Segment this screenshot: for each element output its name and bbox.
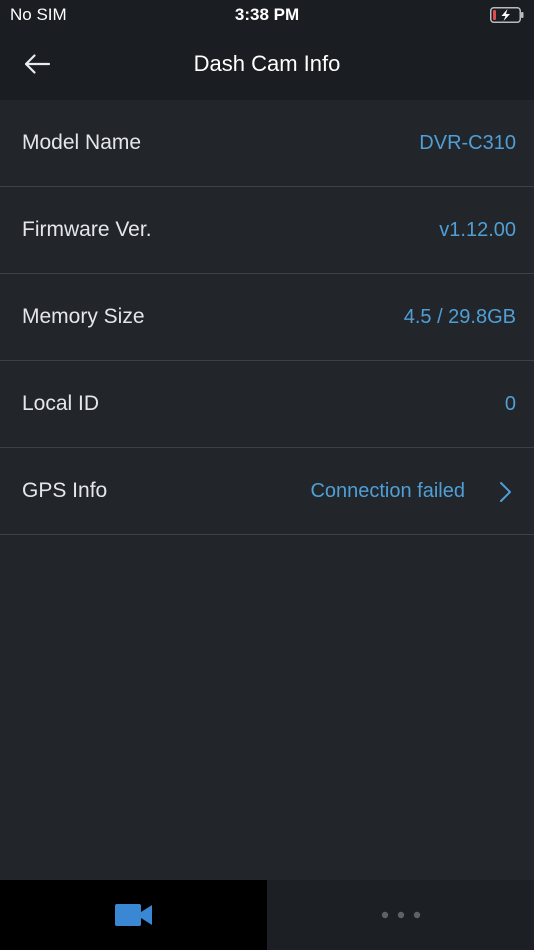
- dash-cam-info-screen: No SIM 3:38 PM Dash Cam Info Model Name …: [0, 0, 534, 950]
- firmware-version-value: v1.12.00: [439, 219, 516, 241]
- model-name-row: Model Name DVR-C310: [0, 100, 534, 187]
- model-name-label: Model Name: [22, 131, 142, 154]
- firmware-version-row: Firmware Ver. v1.12.00: [0, 187, 534, 274]
- model-name-value: DVR-C310: [419, 132, 516, 154]
- gps-info-row[interactable]: GPS Info Connection failed: [0, 448, 534, 535]
- local-id-row: Local ID 0: [0, 361, 534, 448]
- gps-info-label: GPS Info: [22, 479, 108, 502]
- page-title: Dash Cam Info: [193, 51, 341, 76]
- firmware-version-label: Firmware Ver.: [22, 218, 152, 241]
- status-time: 3:38 PM: [234, 5, 300, 24]
- bottom-tab-bar: [0, 880, 534, 950]
- gps-info-value: Connection failed: [310, 480, 465, 502]
- back-arrow-icon: [24, 54, 51, 74]
- tab-camera[interactable]: [0, 880, 267, 950]
- tab-more[interactable]: [267, 880, 534, 950]
- battery-charging-icon: [490, 7, 524, 23]
- memory-size-value: 4.5 / 29.8GB: [403, 306, 516, 328]
- back-button[interactable]: [14, 46, 60, 82]
- local-id-label: Local ID: [22, 392, 100, 415]
- video-camera-icon: [114, 904, 152, 926]
- local-id-value: 0: [504, 393, 516, 415]
- more-dots-icon: [381, 911, 420, 919]
- status-bar: No SIM 3:38 PM: [0, 0, 534, 30]
- header: No SIM 3:38 PM Dash Cam Info: [0, 0, 534, 100]
- memory-size-label: Memory Size: [22, 305, 145, 328]
- info-list: Model Name DVR-C310 Firmware Ver. v1.12.…: [0, 100, 534, 535]
- memory-size-row: Memory Size 4.5 / 29.8GB: [0, 274, 534, 361]
- nav-bar: Dash Cam Info: [0, 30, 534, 100]
- chevron-right-icon: [500, 482, 511, 502]
